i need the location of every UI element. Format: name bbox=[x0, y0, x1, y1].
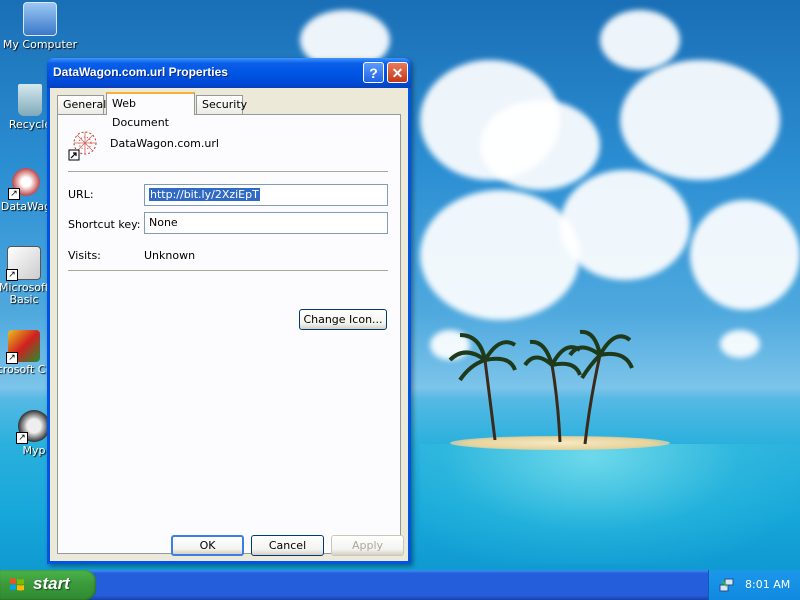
shortcut-arrow-icon: ↗ bbox=[6, 269, 18, 281]
change-icon-button[interactable]: Change Icon... bbox=[299, 309, 387, 330]
url-field[interactable]: http://bit.ly/2XziEpT bbox=[144, 184, 388, 206]
apply-button[interactable]: Apply bbox=[331, 535, 404, 556]
url-label: URL: bbox=[68, 188, 94, 201]
properties-window: DataWagon.com.url Properties ? ✕ General… bbox=[47, 58, 411, 564]
window-title: DataWagon.com.url Properties bbox=[53, 65, 228, 79]
separator bbox=[68, 270, 388, 271]
visits-value: Unknown bbox=[144, 249, 196, 262]
title-bar[interactable]: DataWagon.com.url Properties ? ✕ bbox=[47, 58, 411, 88]
tab-general[interactable]: General bbox=[57, 95, 106, 114]
shortcut-key-label: Shortcut key: bbox=[68, 218, 141, 231]
start-button[interactable]: start bbox=[0, 570, 96, 600]
cancel-button[interactable]: Cancel bbox=[251, 535, 324, 556]
tab-panel: DataWagon.com.url URL: http://bit.ly/2Xz… bbox=[57, 114, 401, 554]
internet-shortcut-icon bbox=[68, 131, 97, 161]
taskbar: start 8:01 AM bbox=[0, 570, 800, 600]
shortcut-arrow-icon: ↗ bbox=[8, 188, 20, 200]
file-name: DataWagon.com.url bbox=[110, 137, 219, 150]
recycle-bin-icon bbox=[18, 84, 42, 116]
clock: 8:01 AM bbox=[745, 578, 791, 591]
url-value: http://bit.ly/2XziEpT bbox=[149, 188, 260, 201]
visual-basic-icon: ↗ bbox=[6, 246, 41, 281]
desktop-icon-my-computer[interactable]: My Computer bbox=[0, 2, 80, 51]
tab-security[interactable]: Security bbox=[196, 95, 247, 114]
url-shortcut-icon: ↗ bbox=[8, 166, 42, 200]
network-icon[interactable] bbox=[719, 577, 735, 593]
desktop-icon-label: My Computer bbox=[2, 38, 78, 51]
windows-logo-icon bbox=[10, 578, 24, 591]
raccoon-icon: ↗ bbox=[16, 410, 50, 444]
tab-web-document[interactable]: Web Document bbox=[106, 92, 195, 129]
start-label: start bbox=[33, 574, 70, 593]
dialog-body: General Web Document Security DataWagon.… bbox=[50, 88, 408, 561]
visits-label: Visits: bbox=[68, 249, 101, 262]
help-button[interactable]: ? bbox=[363, 62, 384, 83]
close-button[interactable]: ✕ bbox=[387, 62, 408, 83]
computer-icon bbox=[23, 2, 57, 36]
ok-button[interactable]: OK bbox=[171, 535, 244, 556]
shortcut-arrow-icon: ↗ bbox=[16, 432, 28, 444]
separator bbox=[68, 171, 388, 172]
shortcut-arrow-icon: ↗ bbox=[6, 352, 18, 364]
visual-cpp-icon: ↗ bbox=[6, 330, 40, 364]
shortcut-key-field[interactable]: None bbox=[144, 212, 388, 234]
system-tray: 8:01 AM bbox=[708, 570, 800, 600]
palm-trees bbox=[448, 329, 634, 445]
